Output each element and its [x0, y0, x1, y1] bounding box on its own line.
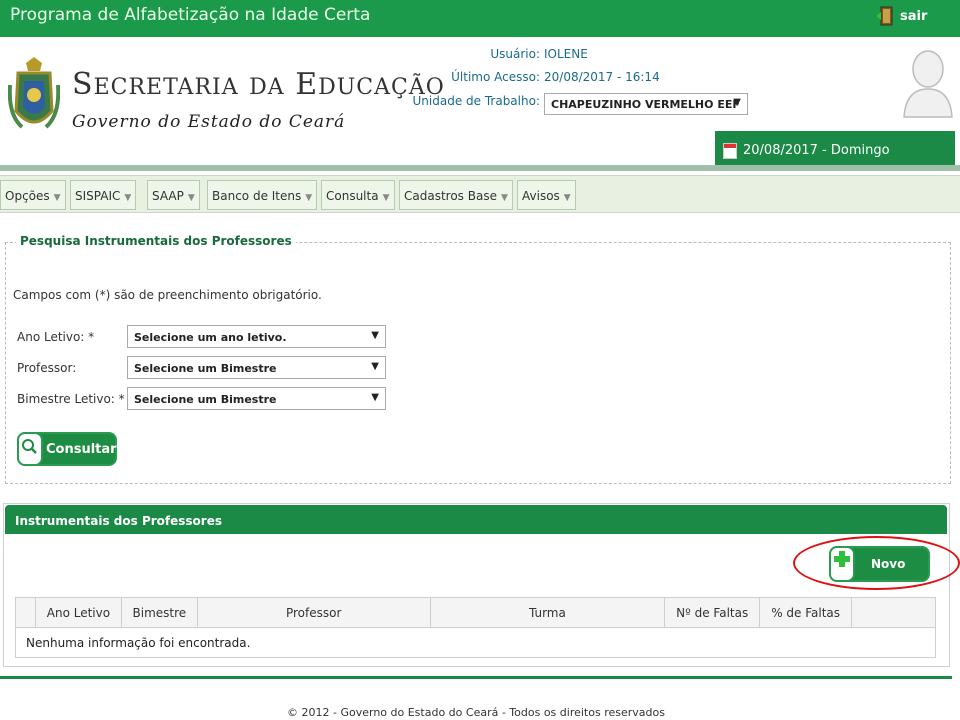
caret-down-icon: ▼: [563, 193, 571, 203]
logout-label: sair: [900, 8, 928, 24]
footer-text: © 2012 - Governo do Estado do Ceará - To…: [287, 706, 665, 719]
plus-icon: [829, 546, 855, 582]
caret-down-icon: ▼: [305, 193, 313, 203]
ano-letivo-value: Selecione um ano letivo.: [134, 331, 287, 344]
exit-door-icon: [876, 6, 893, 26]
state-crest-icon: [8, 57, 60, 129]
table-row: Nenhuma informação foi encontrada.: [15, 627, 936, 658]
logout-button[interactable]: sair: [876, 6, 927, 26]
novo-button[interactable]: Novo: [829, 546, 930, 582]
menu-saap[interactable]: SAAP ▼: [147, 180, 200, 210]
bimestre-letivo-label: Bimestre Letivo: *: [17, 392, 125, 406]
professor-value: Selecione um Bimestre: [134, 362, 277, 375]
bimestre-letivo-value: Selecione um Bimestre: [134, 393, 277, 406]
professor-label: Professor:: [17, 361, 77, 375]
user-label: Usuário:: [490, 47, 540, 61]
search-legend: Pesquisa Instrumentais dos Professores: [16, 234, 296, 248]
header: SECRETARIA DA EDUCAÇÃO Governo do Estado…: [0, 37, 960, 171]
main-menu: Opções ▼ SISPAIC ▼ SAAP ▼ Banco de Itens ▼ C…: [0, 175, 960, 213]
top-bar: Programa de Alfabetização na Idade Certa…: [0, 0, 960, 37]
user-value: IOLENE: [544, 47, 588, 61]
column-header-ano-letivo[interactable]: Ano Letivo: [34, 597, 122, 628]
menu-consulta[interactable]: Consulta ▼: [321, 180, 395, 210]
menu-cadastros-base[interactable]: Cadastros Base ▼: [399, 180, 513, 210]
calendar-icon: [723, 143, 737, 159]
header-stripe: [0, 165, 960, 171]
dropdown-arrow-icon: ▼: [371, 330, 379, 341]
work-unit-select[interactable]: CHAPEUZINHO VERMELHO EEF ▼: [544, 93, 748, 115]
caret-down-icon: ▼: [500, 193, 508, 203]
consultar-label: Consultar: [46, 442, 117, 457]
last-access-label: Último Acesso:: [451, 70, 540, 84]
column-header: [851, 597, 936, 628]
caret-down-icon: ▼: [187, 193, 195, 203]
government-subtitle: Governo do Estado do Ceará: [72, 112, 346, 132]
work-unit-value: CHAPEUZINHO VERMELHO EEF: [551, 98, 740, 111]
results-title: Instrumentais dos Professores: [5, 505, 947, 534]
program-title: Programa de Alfabetização na Idade Certa: [10, 5, 371, 25]
search-icon: [17, 432, 43, 466]
empty-message: Nenhuma informação foi encontrada.: [15, 627, 936, 658]
menu-banco-de-itens[interactable]: Banco de Itens ▼: [207, 180, 318, 210]
column-header-bimestre[interactable]: Bimestre: [120, 597, 198, 628]
required-fields-hint: Campos com (*) são de preenchimento obri…: [13, 288, 322, 302]
footer-line: [0, 676, 952, 679]
menu-opcoes[interactable]: Opções ▼: [0, 180, 66, 210]
ano-letivo-select[interactable]: Selecione um ano letivo. ▼: [127, 325, 386, 348]
current-date: 20/08/2017 - Domingo: [743, 143, 890, 158]
menu-sispaic[interactable]: SISPAIC ▼: [70, 180, 137, 210]
column-header-professor[interactable]: Professor: [196, 597, 431, 628]
last-access-value: 20/08/2017 - 16:14: [544, 70, 660, 84]
column-header-turma[interactable]: Turma: [429, 597, 666, 628]
dropdown-arrow-icon: ▼: [371, 392, 379, 403]
dropdown-arrow-icon: ▼: [371, 361, 379, 372]
caret-down-icon: ▼: [53, 193, 61, 203]
consultar-button[interactable]: Consultar: [17, 432, 117, 466]
user-avatar-icon: [903, 50, 953, 118]
table-header-row: Ano Letivo Bimestre Professor Turma Nº d…: [15, 597, 936, 628]
caret-down-icon: ▼: [124, 193, 132, 203]
column-header-n-faltas[interactable]: Nº de Faltas: [664, 597, 761, 628]
results-table: Ano Letivo Bimestre Professor Turma Nº d…: [15, 597, 936, 658]
column-header: [15, 597, 36, 628]
dropdown-arrow-icon: ▼: [733, 97, 741, 108]
ano-letivo-label: Ano Letivo: *: [17, 330, 95, 344]
caret-down-icon: ▼: [382, 193, 390, 203]
column-header-pct-faltas[interactable]: % de Faltas: [759, 597, 853, 628]
bimestre-letivo-select[interactable]: Selecione um Bimestre ▼: [127, 387, 386, 410]
work-unit-label: Unidade de Trabalho:: [412, 94, 540, 108]
professor-select[interactable]: Selecione um Bimestre ▼: [127, 356, 386, 379]
menu-avisos[interactable]: Avisos ▼: [517, 180, 576, 210]
novo-label: Novo: [871, 557, 906, 571]
